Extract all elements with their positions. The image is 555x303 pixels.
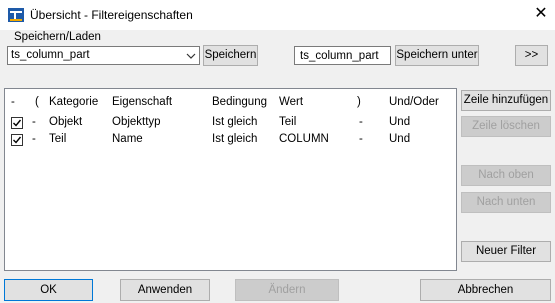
column-header-and-or[interactable]: Und/Oder [389, 96, 439, 108]
save-load-group-label: Speichern/Laden [14, 31, 101, 43]
row-condition[interactable]: Ist gleich [212, 133, 257, 145]
row-close-paren[interactable]: - [359, 116, 363, 128]
checkmark-icon [13, 136, 22, 144]
row-and-or[interactable]: Und [389, 116, 410, 128]
row-dash: - [32, 133, 36, 145]
move-down-button[interactable]: Nach unten [461, 192, 551, 213]
save-as-button[interactable]: Speichern unter [395, 45, 479, 66]
row-and-or[interactable]: Und [389, 133, 410, 145]
filter-preset-combo[interactable]: ts_column_part [7, 46, 200, 65]
column-header-value[interactable]: Wert [279, 96, 303, 108]
ok-button[interactable]: OK [4, 279, 93, 301]
checkmark-icon [13, 119, 22, 127]
chevron-down-icon[interactable] [185, 50, 197, 62]
move-up-button[interactable]: Nach oben [461, 165, 551, 186]
column-header-condition[interactable]: Bedingung [212, 96, 267, 108]
tekla-app-icon [8, 8, 24, 22]
close-icon[interactable]: ✕ [530, 3, 552, 25]
filter-preset-value: ts_column_part [11, 49, 90, 61]
save-as-name-input[interactable]: ts_column_part [294, 46, 391, 65]
cancel-button[interactable]: Abbrechen [420, 279, 551, 301]
column-header-category[interactable]: Kategorie [49, 96, 98, 108]
row-value[interactable]: Teil [279, 116, 296, 128]
title-bar: Übersicht - Filtereigenschaften ✕ [0, 0, 555, 30]
row-value[interactable]: COLUMN [279, 133, 329, 145]
modify-button[interactable]: Ändern [235, 279, 339, 301]
more-button[interactable]: >> [515, 45, 548, 66]
row-checkbox[interactable] [11, 117, 23, 129]
column-header-open-paren[interactable]: ( [35, 96, 39, 108]
column-header-close-paren[interactable]: ) [357, 96, 361, 108]
column-header-property[interactable]: Eigenschaft [112, 96, 172, 108]
column-header-toggle[interactable]: - [11, 96, 15, 108]
window-title: Übersicht - Filtereigenschaften [30, 8, 193, 22]
save-as-name-value: ts_column_part [300, 50, 379, 62]
row-property[interactable]: Objekttyp [112, 116, 161, 128]
row-dash: - [32, 116, 36, 128]
row-category[interactable]: Teil [49, 133, 66, 145]
new-filter-button[interactable]: Neuer Filter [461, 241, 551, 262]
add-row-button[interactable]: Zeile hinzufügen [461, 90, 551, 111]
apply-button[interactable]: Anwenden [120, 279, 210, 301]
row-close-paren[interactable]: - [359, 133, 363, 145]
row-condition[interactable]: Ist gleich [212, 116, 257, 128]
row-property[interactable]: Name [112, 133, 143, 145]
filter-rules-table[interactable]: - ( Kategorie Eigenschaft Bedingung Wert… [4, 88, 457, 271]
save-button[interactable]: Speichern [203, 45, 258, 66]
row-category[interactable]: Objekt [49, 116, 82, 128]
row-checkbox[interactable] [11, 134, 23, 146]
delete-row-button[interactable]: Zeile löschen [461, 116, 551, 137]
